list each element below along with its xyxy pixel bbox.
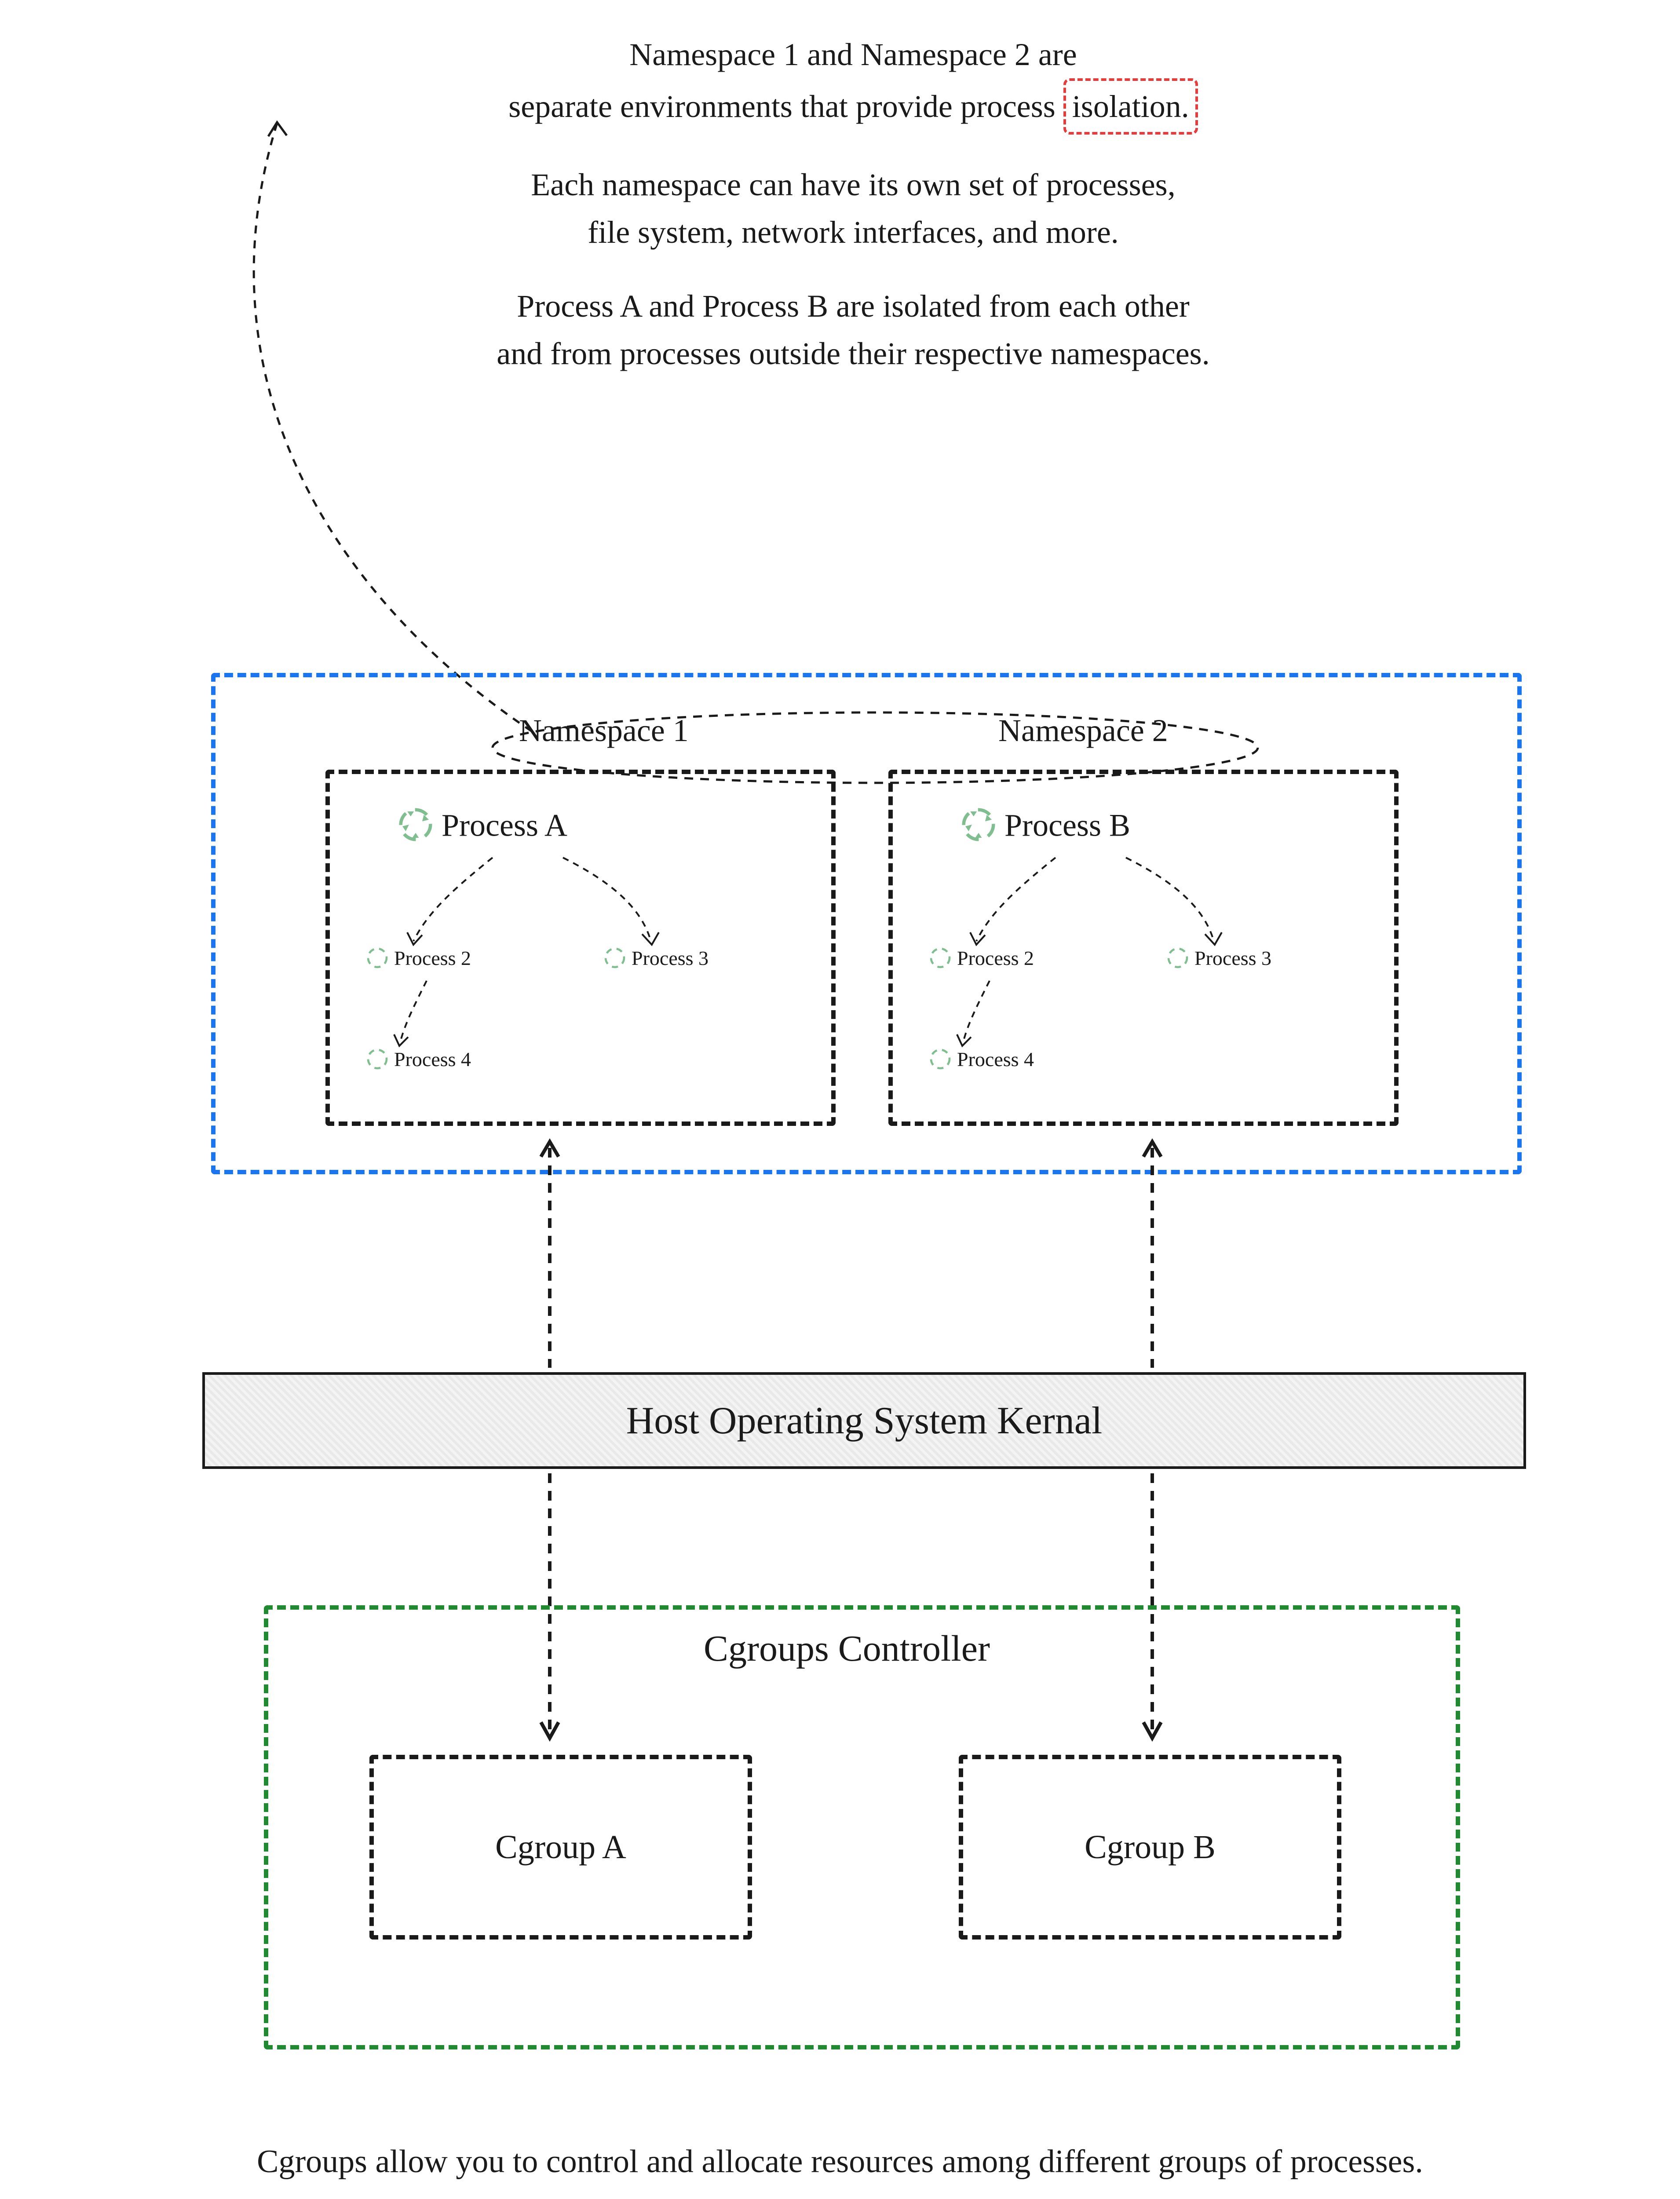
ns2-arrows — [888, 770, 1399, 1126]
cgroup-a-box: Cgroup A — [369, 1755, 752, 1940]
desc-line-1a: Namespace 1 and Namespace 2 are — [281, 31, 1425, 78]
namespace-1-title: Namespace 1 — [519, 712, 689, 749]
cgroup-a-label: Cgroup A — [495, 1828, 626, 1867]
cgroup-b-label: Cgroup B — [1085, 1828, 1216, 1867]
kernel-box: Host Operating System Kernal — [202, 1372, 1526, 1469]
namespace-2-title: Namespace 2 — [998, 712, 1168, 749]
cgroups-title: Cgroups Controller — [704, 1627, 990, 1670]
kernel-label: Host Operating System Kernal — [626, 1399, 1103, 1443]
isolation-highlight: isolation. — [1063, 78, 1198, 135]
arrow-kernel-ns2 — [1130, 1130, 1174, 1372]
arrow-kernel-ns1 — [528, 1130, 572, 1372]
cgroup-b-box: Cgroup B — [959, 1755, 1341, 1940]
diagram-canvas: Namespace 1 and Namespace 2 are separate… — [18, 18, 1662, 2199]
footer-text: Cgroups allow you to control and allocat… — [35, 2137, 1645, 2186]
ns1-arrows — [325, 770, 836, 1126]
